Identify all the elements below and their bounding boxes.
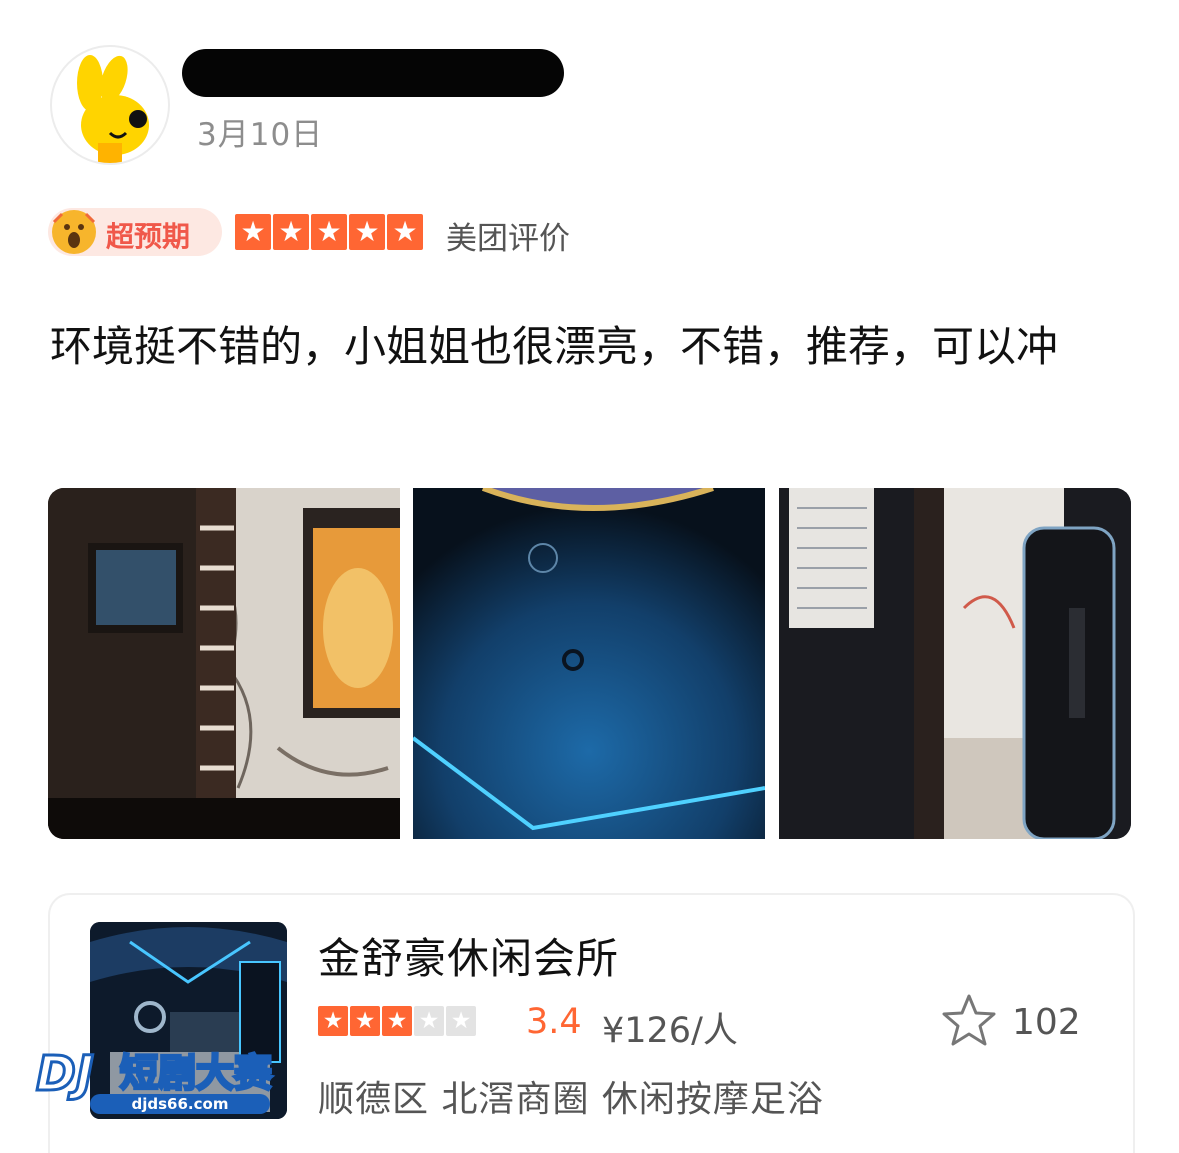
favorite-count: 102 (1012, 1002, 1081, 1043)
star-filled-icon: ★ (311, 214, 347, 250)
shop-name[interactable]: 金舒豪休闲会所 (318, 925, 619, 986)
star-filled-icon: ★ (273, 214, 309, 250)
review-star-rating: ★ ★ ★ ★ ★ (235, 214, 423, 250)
watermark-logo-site: djds66.com (132, 1095, 229, 1113)
redacted-username (182, 49, 564, 97)
shop-star-rating: ★ ★ ★ ★ ★ (318, 1006, 476, 1036)
watermark-logo: DJ 短剧大赛 djds66.com (32, 1038, 292, 1116)
review-photo-2[interactable] (413, 488, 765, 839)
star-empty-icon: ★ (414, 1006, 444, 1036)
watermark-logo-text: 短剧大赛 (120, 1051, 273, 1095)
review-photo-3[interactable] (779, 488, 1131, 839)
surprised-face-icon (52, 210, 96, 254)
shop-price: ¥126/人 (602, 1011, 738, 1051)
shop-score: 3.4 (526, 1002, 582, 1042)
star-filled-icon: ★ (387, 214, 423, 250)
review-date: 3月10日 (197, 117, 324, 153)
user-avatar[interactable] (50, 45, 170, 165)
star-filled-icon: ★ (349, 214, 385, 250)
watermark-logo-mark: DJ (36, 1046, 94, 1102)
shop-location-category: 顺德区 北滘商圈 休闲按摩足浴 (318, 1079, 824, 1120)
star-filled-icon: ★ (350, 1006, 380, 1036)
favorite-star-icon[interactable] (940, 992, 998, 1050)
badge-label: 超预期 (106, 220, 191, 253)
exceeds-expectation-badge: 超预期 (48, 208, 222, 256)
review-text: 环境挺不错的，小姐姐也很漂亮，不错，推荐，可以冲 (50, 322, 1059, 371)
review-photo-1[interactable] (48, 488, 400, 839)
star-filled-icon: ★ (382, 1006, 412, 1036)
star-filled-icon: ★ (318, 1006, 348, 1036)
yellow-rabbit-mascot-icon (77, 55, 149, 163)
star-filled-icon: ★ (235, 214, 271, 250)
rating-source-label: 美团评价 (446, 221, 570, 257)
star-empty-icon: ★ (446, 1006, 476, 1036)
